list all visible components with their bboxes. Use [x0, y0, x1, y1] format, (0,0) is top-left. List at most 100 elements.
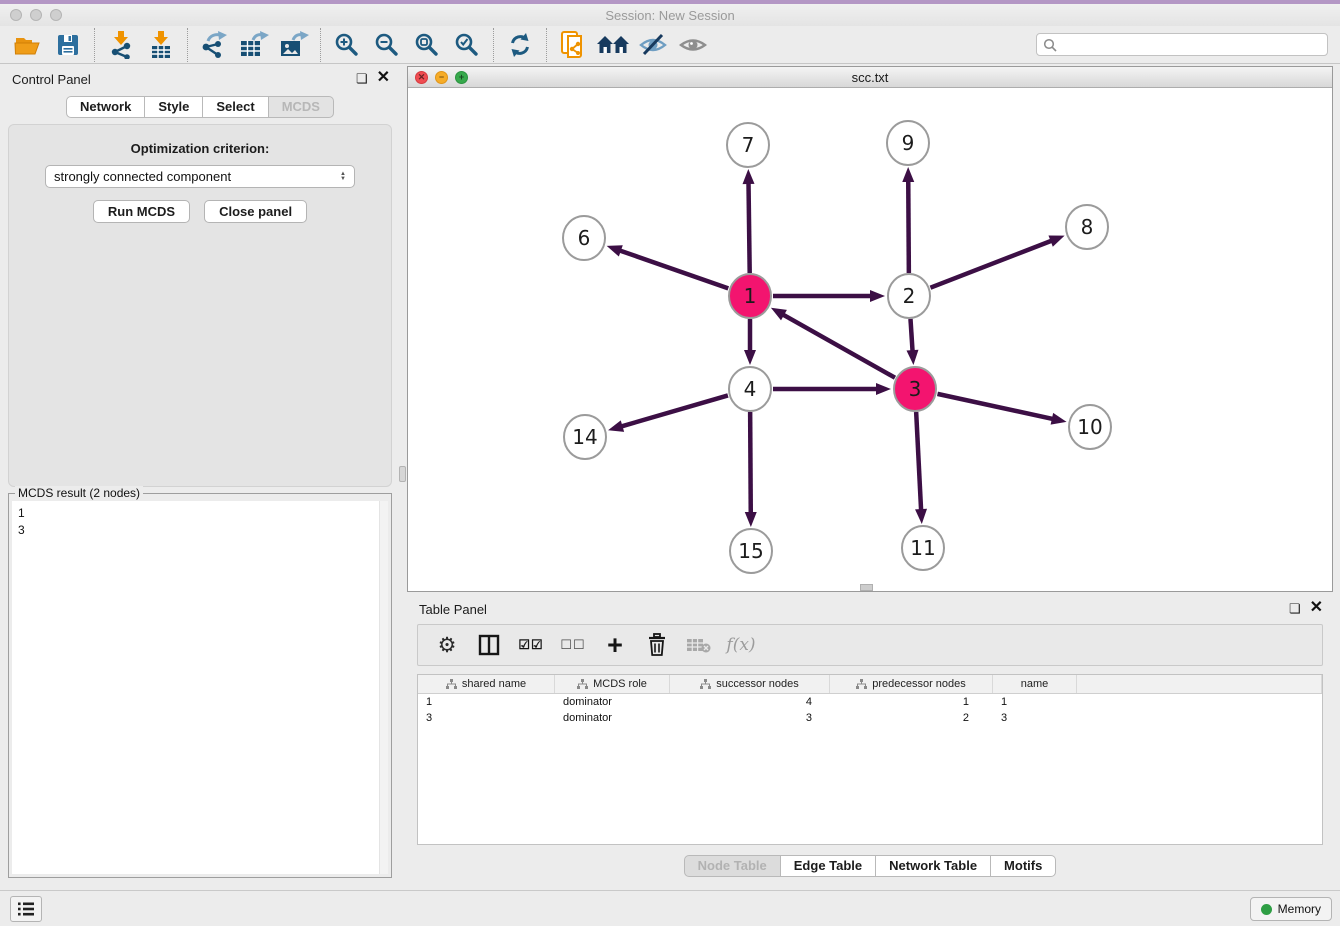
zoom-in-button[interactable]: [327, 28, 367, 62]
memory-button[interactable]: Memory: [1250, 897, 1332, 921]
graph-edge-4-14[interactable]: [621, 395, 728, 426]
graph-edge-2-8[interactable]: [930, 240, 1052, 287]
graph-node-7[interactable]: 7: [727, 123, 769, 167]
cell-mcds-role[interactable]: dominator: [555, 694, 670, 710]
graph-edge-3-10[interactable]: [937, 394, 1053, 419]
tab-mcds[interactable]: MCDS: [269, 96, 334, 118]
run-mcds-button[interactable]: Run MCDS: [93, 200, 190, 223]
column-header-successor-nodes[interactable]: successor nodes: [670, 675, 830, 693]
graph-edge-4-15[interactable]: [750, 412, 751, 514]
clone-network-button[interactable]: [553, 28, 593, 62]
mcds-result-text[interactable]: 1 3: [12, 501, 388, 874]
cell-successor-nodes[interactable]: 4: [670, 694, 830, 710]
graph-edge-1-6[interactable]: [619, 250, 728, 288]
graph-edge-3-1[interactable]: [782, 314, 895, 378]
vertical-splitter-handle[interactable]: [399, 466, 406, 482]
column-header-shared-name[interactable]: shared name: [418, 675, 555, 693]
tab-node-table[interactable]: Node Table: [684, 855, 781, 877]
control-panel-tabbar: Network Style Select MCDS: [66, 96, 334, 118]
graph-edge-3-11[interactable]: [916, 412, 921, 511]
graph-node-15[interactable]: 15: [730, 529, 772, 573]
cell-name[interactable]: 3: [993, 710, 1077, 726]
zoom-fit-button[interactable]: [407, 28, 447, 62]
import-table-button[interactable]: [141, 28, 181, 62]
graph-node-6[interactable]: 6: [563, 216, 605, 260]
column-header-name[interactable]: name: [993, 675, 1077, 693]
close-table-panel-icon[interactable]: ✕: [1310, 600, 1323, 616]
eye-icon: [678, 32, 708, 58]
graph-node-8[interactable]: 8: [1066, 205, 1108, 249]
graph-node-10[interactable]: 10: [1069, 405, 1111, 449]
hide-details-button[interactable]: [633, 28, 673, 62]
table-row[interactable]: 1 dominator 4 1 1: [418, 694, 1322, 710]
tab-network-table[interactable]: Network Table: [876, 855, 991, 877]
export-network-button[interactable]: [194, 28, 234, 62]
tab-edge-table[interactable]: Edge Table: [781, 855, 876, 877]
graph-node-4[interactable]: 4: [729, 367, 771, 411]
network-graph[interactable]: 7 9 6 8 1 2 4 3 14 10 15 11: [408, 88, 1332, 591]
tab-motifs[interactable]: Motifs: [991, 855, 1056, 877]
table-settings-button[interactable]: ⚙: [428, 628, 466, 662]
table-panel-title: Table Panel: [419, 602, 487, 617]
cell-name[interactable]: 1: [993, 694, 1077, 710]
zoom-selected-button[interactable]: [447, 28, 487, 62]
graph-node-9[interactable]: 9: [887, 121, 929, 165]
graph-edge-1-7[interactable]: [748, 182, 749, 273]
open-session-button[interactable]: [8, 28, 48, 62]
cell-predecessor-nodes[interactable]: 1: [830, 694, 993, 710]
horizontal-splitter-handle[interactable]: [860, 584, 873, 591]
graph-edge-2-9[interactable]: [908, 180, 909, 273]
close-panel-button[interactable]: Close panel: [204, 200, 307, 223]
destroy-table-button[interactable]: [680, 628, 718, 662]
float-table-panel-icon[interactable]: ❏: [1289, 602, 1301, 615]
refresh-icon: [507, 32, 533, 58]
graph-edge-arrowhead: [870, 290, 885, 302]
tab-network[interactable]: Network: [66, 96, 145, 118]
graph-node-3[interactable]: 3: [894, 367, 936, 411]
zoom-out-button[interactable]: [367, 28, 407, 62]
network-window-title: scc.txt: [408, 70, 1332, 85]
search-input[interactable]: [1062, 38, 1321, 52]
table-panel-header: Table Panel ❏ ✕: [407, 596, 1333, 622]
graph-node-1[interactable]: 1: [729, 274, 771, 318]
show-details-button[interactable]: [673, 28, 713, 62]
network-canvas[interactable]: 7 9 6 8 1 2 4 3 14 10 15 11: [408, 88, 1332, 591]
export-image-button[interactable]: [274, 28, 314, 62]
search-field[interactable]: [1036, 33, 1328, 56]
table-row[interactable]: 3 dominator 3 2 3: [418, 710, 1322, 726]
apply-layout-button[interactable]: [500, 28, 540, 62]
graph-node-11[interactable]: 11: [902, 526, 944, 570]
export-table-button[interactable]: [234, 28, 274, 62]
cell-shared-name[interactable]: 1: [418, 694, 555, 710]
function-builder-button[interactable]: f(x): [722, 628, 760, 662]
cell-successor-nodes[interactable]: 3: [670, 710, 830, 726]
mcds-panel: Optimization criterion: strongly connect…: [8, 124, 392, 487]
graph-node-2[interactable]: 2: [888, 274, 930, 318]
delete-column-button[interactable]: [638, 628, 676, 662]
memory-status-icon: [1261, 904, 1272, 915]
import-network-button[interactable]: [101, 28, 141, 62]
toggle-column-panel-button[interactable]: [470, 628, 508, 662]
task-history-button[interactable]: [10, 896, 42, 922]
float-panel-icon[interactable]: ❏: [356, 72, 368, 85]
graph-node-14[interactable]: 14: [564, 415, 606, 459]
cell-predecessor-nodes[interactable]: 2: [830, 710, 993, 726]
save-icon: [56, 33, 80, 57]
gear-icon: ⚙: [438, 633, 457, 658]
column-header-predecessor-nodes[interactable]: predecessor nodes: [830, 675, 993, 693]
save-session-button[interactable]: [48, 28, 88, 62]
graph-edge-2-3[interactable]: [910, 319, 912, 352]
close-panel-icon[interactable]: ✕: [377, 70, 390, 86]
result-scrollbar[interactable]: [379, 501, 388, 874]
ndex-browse-button[interactable]: [593, 28, 633, 62]
cell-shared-name[interactable]: 3: [418, 710, 555, 726]
criterion-dropdown[interactable]: strongly connected component ▲▼: [45, 165, 355, 188]
cell-mcds-role[interactable]: dominator: [555, 710, 670, 726]
column-header-mcds-role[interactable]: MCDS role: [555, 675, 670, 693]
tab-style[interactable]: Style: [145, 96, 203, 118]
add-column-button[interactable]: +: [596, 628, 634, 662]
select-all-rows-button[interactable]: ☑☑: [512, 628, 550, 662]
deselect-all-rows-button[interactable]: ☐☐: [554, 628, 592, 662]
deselect-all-icon: ☐☐: [560, 637, 585, 653]
tab-select[interactable]: Select: [203, 96, 268, 118]
